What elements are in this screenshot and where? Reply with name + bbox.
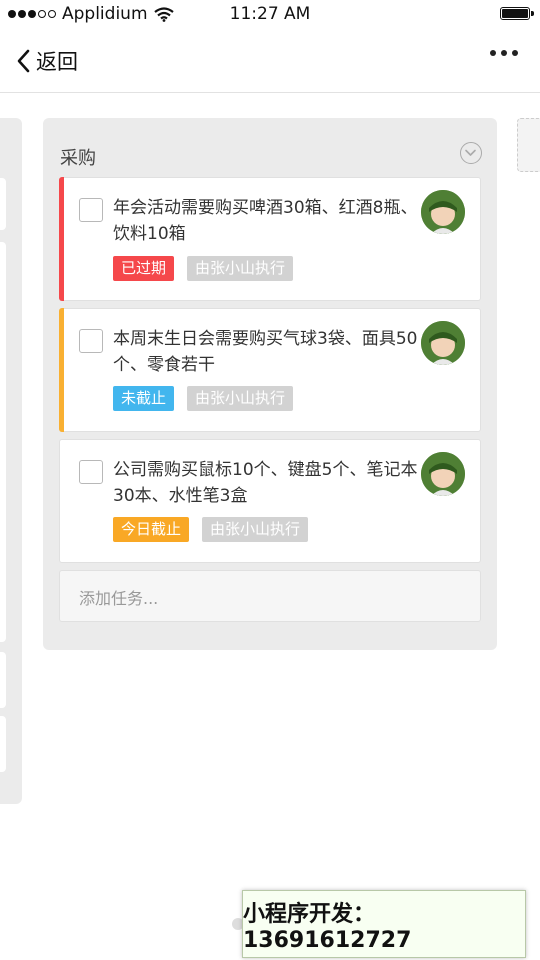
status-badge: 未截止 <box>113 386 175 411</box>
previous-column-card[interactable] <box>0 716 6 772</box>
back-button[interactable]: 返回 <box>16 46 78 76</box>
battery-icon <box>500 7 534 20</box>
previous-column[interactable] <box>0 118 22 804</box>
avatar[interactable] <box>421 321 465 365</box>
avatar[interactable] <box>421 452 465 496</box>
assignee-badge: 由张小山执行 <box>187 386 294 411</box>
screen: Applidium 11:27 AM 返回 采购 年会活动需要购买啤酒30箱、红… <box>0 0 540 960</box>
navigation-bar: 返回 <box>0 30 540 93</box>
status-badge: 今日截止 <box>113 517 190 542</box>
chevron-left-icon <box>17 49 30 73</box>
add-task-input[interactable]: 添加任务... <box>59 570 481 622</box>
task-list-column: 采购 年会活动需要购买啤酒30箱、红酒8瓶、饮料10箱 已过期 由张小山执行 本… <box>43 118 497 650</box>
assignee-badge: 由张小山执行 <box>202 517 309 542</box>
more-dot-icon <box>501 50 507 56</box>
avatar[interactable] <box>421 190 465 234</box>
status-bar: Applidium 11:27 AM <box>0 0 540 30</box>
more-dot-icon <box>512 50 518 56</box>
contact-watermark: 小程序开发：13691612727 <box>242 890 526 958</box>
clock: 11:27 AM <box>229 4 311 24</box>
watermark-text: 小程序开发：13691612727 <box>243 901 412 953</box>
add-task-placeholder: 添加任务... <box>79 589 159 608</box>
assignee-badge: 由张小山执行 <box>187 256 294 281</box>
task-checkbox[interactable] <box>79 198 103 222</box>
status-badge: 已过期 <box>113 256 175 281</box>
column-title: 采购 <box>60 148 96 169</box>
task-checkbox[interactable] <box>79 329 103 353</box>
more-options-button[interactable] <box>490 50 518 56</box>
task-text: 公司需购买鼠标10个、键盘5个、笔记本30本、水性笔3盒 <box>113 460 418 506</box>
battery-fill <box>502 9 528 18</box>
add-column-placeholder[interactable] <box>517 118 540 172</box>
previous-column-card[interactable] <box>0 242 6 642</box>
previous-column-card[interactable] <box>0 652 6 708</box>
task-card[interactable]: 本周末生日会需要购买气球3袋、面具50个、零食若干 未截止 由张小山执行 <box>59 308 481 432</box>
status-stripe <box>59 177 64 301</box>
task-card[interactable]: 年会活动需要购买啤酒30箱、红酒8瓶、饮料10箱 已过期 由张小山执行 <box>59 177 481 301</box>
task-text: 年会活动需要购买啤酒30箱、红酒8瓶、饮料10箱 <box>113 198 418 244</box>
more-dot-icon <box>490 50 496 56</box>
task-text: 本周末生日会需要购买气球3袋、面具50个、零食若干 <box>113 329 418 375</box>
task-tags: 已过期 由张小山执行 <box>113 256 294 281</box>
task-card[interactable]: 公司需购买鼠标10个、键盘5个、笔记本30本、水性笔3盒 今日截止 由张小山执行 <box>59 439 481 563</box>
task-tags: 今日截止 由张小山执行 <box>113 517 309 542</box>
chevron-down-icon[interactable] <box>460 142 482 164</box>
status-stripe <box>59 308 64 432</box>
back-label: 返回 <box>36 50 78 74</box>
task-tags: 未截止 由张小山执行 <box>113 386 294 411</box>
task-checkbox[interactable] <box>79 460 103 484</box>
previous-column-card[interactable] <box>0 178 6 230</box>
